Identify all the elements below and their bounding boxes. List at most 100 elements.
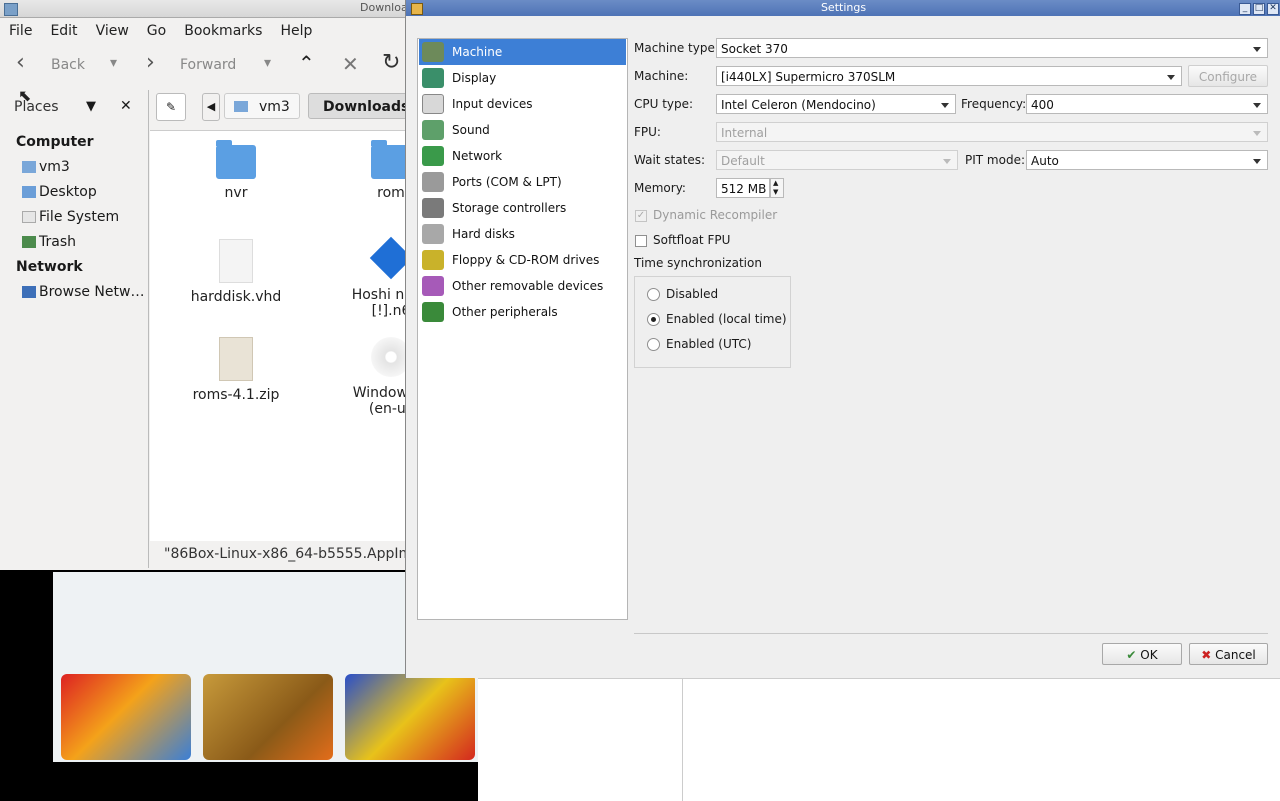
stop-icon[interactable]: ✕ (342, 52, 359, 76)
close-sidebar-icon[interactable]: ✕ (120, 98, 132, 114)
menu-view[interactable]: View (87, 23, 138, 39)
menu-go[interactable]: Go (138, 23, 175, 39)
path-current-label: Downloads (323, 99, 406, 115)
removable-drive-icon (422, 276, 444, 296)
ok-button[interactable]: ✔ OK (1102, 643, 1182, 665)
pit-mode-select[interactable]: Auto (1026, 150, 1268, 170)
path-current-button[interactable]: Downloads (308, 93, 406, 119)
file-item-windows-iso[interactable]: Windows V (en-us (316, 337, 405, 417)
category-sound[interactable]: Sound (419, 117, 626, 143)
settings-dialog: Settings _ □ ✕ Machine Display Input dev… (405, 0, 1280, 678)
close-icon[interactable]: ✕ (1267, 3, 1279, 15)
sidebar-item-desktop[interactable]: Desktop (22, 184, 97, 200)
settings-titlebar[interactable]: Settings _ □ ✕ (406, 0, 1280, 16)
category-hard-disks[interactable]: Hard disks (419, 221, 626, 247)
maximize-icon[interactable]: □ (1253, 3, 1265, 15)
wait-states-select[interactable]: Default (716, 150, 958, 170)
machine-select[interactable]: [i440LX] Supermicro 370SLM (716, 66, 1182, 86)
category-network[interactable]: Network (419, 143, 626, 169)
mouse-cursor-icon: ⬉ (18, 86, 32, 105)
menu-help[interactable]: Help (271, 23, 321, 39)
spin-up-icon[interactable]: ▲ (773, 179, 778, 187)
menu-file[interactable]: File (0, 23, 41, 39)
dynamic-recompiler-checkbox[interactable]: ✓ (635, 210, 647, 222)
storage-icon (422, 198, 444, 218)
menu-bookmarks[interactable]: Bookmarks (175, 23, 271, 39)
file-item-nvr[interactable]: nvr (161, 140, 311, 201)
category-other-peripherals[interactable]: Other peripherals (419, 299, 626, 325)
file-item-rom[interactable]: rom (316, 140, 405, 201)
cover-art-mario-kart[interactable] (61, 674, 191, 760)
wait-states-label: Wait states: (634, 153, 705, 167)
frequency-select[interactable]: 400 (1026, 94, 1268, 114)
checkmark-icon: ✔ (1126, 648, 1137, 662)
sidebar-item-browse-network[interactable]: Browse Netw… (22, 284, 144, 300)
file-name: rom (377, 185, 405, 201)
softfloat-checkbox[interactable] (635, 235, 647, 247)
time-sync-utc-radio[interactable] (647, 338, 660, 351)
pit-mode-label: PIT mode: (965, 153, 1025, 167)
spin-down-icon[interactable]: ▼ (773, 188, 778, 196)
category-label: Other removable devices (452, 279, 604, 293)
category-label: Display (452, 71, 497, 85)
back-arrow-icon[interactable]: ‹ (16, 50, 25, 75)
category-storage-controllers[interactable]: Storage controllers (419, 195, 626, 221)
file-item-roms-zip[interactable]: roms-4.1.zip (161, 337, 311, 403)
configure-button[interactable]: Configure (1188, 65, 1268, 87)
memory-input[interactable]: 512 MB (716, 178, 770, 198)
up-arrow-icon[interactable]: ⌃ (298, 51, 315, 75)
application-icon (369, 236, 405, 280)
path-home-label: vm3 (259, 99, 290, 115)
path-left-arrow-icon[interactable]: ◀ (202, 93, 220, 121)
back-button[interactable]: Back (51, 57, 85, 73)
category-machine[interactable]: Machine (419, 39, 626, 65)
file-name: roms-4.1.zip (192, 387, 280, 403)
time-sync-option-label: Enabled (local time) (666, 312, 787, 326)
disc-icon (371, 337, 405, 377)
cover-art-smash-bros[interactable] (345, 674, 475, 760)
category-label: Ports (COM & LPT) (452, 175, 562, 189)
memory-spinner[interactable]: ▲ ▼ (770, 178, 784, 198)
minimize-icon[interactable]: _ (1239, 3, 1251, 15)
forward-button[interactable]: Forward (180, 57, 236, 73)
document-icon (219, 239, 253, 283)
edit-location-icon[interactable]: ✎ (156, 93, 186, 121)
category-ports[interactable]: Ports (COM & LPT) (419, 169, 626, 195)
forward-dropdown-icon[interactable]: ▾ (264, 55, 271, 71)
drive-icon (22, 211, 36, 223)
menu-edit[interactable]: Edit (41, 23, 86, 39)
home-folder-icon (22, 161, 36, 173)
dynamic-recompiler-label: Dynamic Recompiler (653, 208, 778, 222)
reload-icon[interactable]: ↻ (382, 50, 400, 75)
category-label: Hard disks (452, 227, 515, 241)
cover-art-zelda[interactable] (203, 674, 333, 760)
display-icon (422, 68, 444, 88)
memory-value: 512 MB (721, 182, 767, 196)
time-sync-disabled-radio[interactable] (647, 288, 660, 301)
back-dropdown-icon[interactable]: ▾ (110, 55, 117, 71)
machine-type-select[interactable]: Socket 370 (716, 38, 1268, 58)
category-display[interactable]: Display (419, 65, 626, 91)
fpu-select[interactable]: Internal (716, 122, 1268, 142)
category-removable-devices[interactable]: Other removable devices (419, 273, 626, 299)
time-sync-local-radio[interactable] (647, 313, 660, 326)
chevron-down-icon (1253, 47, 1261, 52)
time-sync-label: Time synchronization (634, 256, 762, 270)
category-input-devices[interactable]: Input devices (419, 91, 626, 117)
file-manager-titlebar[interactable]: Downloa (0, 0, 405, 18)
cpu-type-select[interactable]: Intel Celeron (Mendocino) (716, 94, 956, 114)
forward-arrow-icon[interactable]: › (146, 50, 155, 75)
cancel-button[interactable]: ✖ Cancel (1189, 643, 1268, 665)
file-item-hoshi[interactable]: Hoshi no Ki [!].n6 (316, 236, 405, 319)
memory-label: Memory: (634, 181, 686, 195)
ok-label: OK (1140, 648, 1158, 662)
places-dropdown-icon[interactable]: ▼ (86, 99, 96, 114)
network-card-icon (422, 146, 444, 166)
toolbar: ‹ Back ▾ › Forward ▾ ⌃ ✕ ↻ (0, 48, 405, 84)
sidebar-item-trash[interactable]: Trash (22, 234, 76, 250)
machine-type-label: Machine type: (634, 41, 719, 55)
file-item-harddisk[interactable]: harddisk.vhd (161, 239, 311, 305)
sidebar-item-vm3[interactable]: vm3 (22, 159, 70, 175)
sidebar-item-file-system[interactable]: File System (22, 209, 119, 225)
category-floppy-cdrom[interactable]: Floppy & CD-ROM drives (419, 247, 626, 273)
